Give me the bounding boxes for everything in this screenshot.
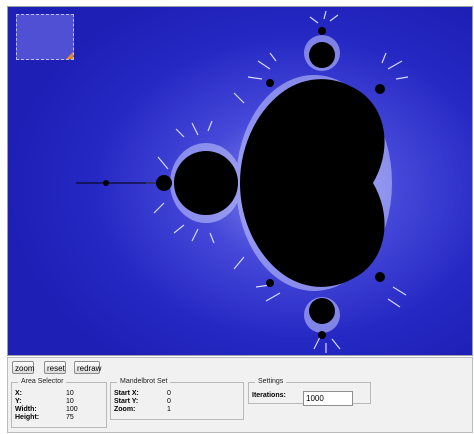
width-value: 100 xyxy=(66,406,78,413)
height-label: Height: xyxy=(15,414,40,421)
mandelbrot-render xyxy=(8,7,472,355)
area-selector-group: Area Selector X: 10 Y: 10 Width: 100 Hei… xyxy=(11,378,107,428)
height-value: 75 xyxy=(66,414,74,421)
start-x-value: 0 xyxy=(167,390,171,397)
area-selector-legend: Area Selector xyxy=(18,378,67,385)
iterations-input[interactable] xyxy=(303,391,353,406)
area-selection-box[interactable] xyxy=(16,14,74,60)
zoom-button[interactable]: zoom xyxy=(12,361,35,374)
zoom-label: Zoom: xyxy=(114,406,136,413)
y-label: Y: xyxy=(15,398,22,405)
mandelbrot-set-legend: Mandelbrot Set xyxy=(117,378,171,385)
y-value: 10 xyxy=(66,398,74,405)
reset-button[interactable]: reset xyxy=(44,361,66,374)
mandelbrot-canvas[interactable] xyxy=(7,6,473,356)
start-x-label: Start X: xyxy=(114,390,139,397)
mandelbrot-set-group: Mandelbrot Set Start X: 0 Start Y: 0 Zoo… xyxy=(110,378,244,420)
x-value: 10 xyxy=(66,390,74,397)
settings-group: Settings Iterations: xyxy=(248,378,371,406)
settings-legend: Settings xyxy=(255,378,287,385)
zoom-value: 1 xyxy=(167,406,171,413)
start-y-value: 0 xyxy=(167,398,171,405)
redraw-button[interactable]: redraw xyxy=(74,361,101,374)
start-y-label: Start Y: xyxy=(114,398,139,405)
control-panel: zoom reset redraw Area Selector X: 10 Y:… xyxy=(7,357,473,433)
resize-handle[interactable] xyxy=(66,52,73,59)
x-label: X: xyxy=(15,390,22,397)
width-label: Width: xyxy=(15,406,37,413)
iterations-label: Iterations: xyxy=(252,392,286,399)
